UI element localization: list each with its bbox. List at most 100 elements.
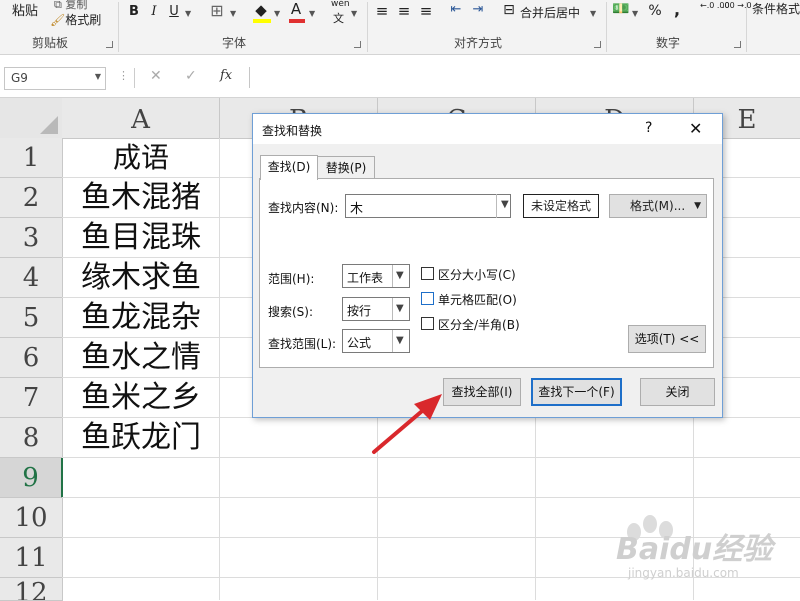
group-label-font: 字体 [222,36,247,50]
match-entire-cell-checkbox[interactable] [421,292,434,305]
row-header-9[interactable]: 9 [0,458,63,498]
decrease-decimal-button[interactable]: .00 →.0 [722,1,752,10]
row-header-4[interactable]: 4 [0,258,63,298]
cancel-icon[interactable]: ✕ [150,68,162,84]
tab-find[interactable]: 查找(D) [260,155,318,180]
format-painter-button[interactable]: 🖌格式刷 [50,11,101,28]
enter-icon[interactable]: ✓ [185,68,197,84]
phonetic-dropdown-icon[interactable]: ▼ [351,9,357,18]
font-color-icon[interactable]: A [288,0,304,18]
fill-dropdown-icon[interactable]: ▼ [274,9,280,18]
merge-dropdown-icon[interactable]: ▼ [590,9,596,18]
merge-center-button[interactable]: 合并后居中 [520,4,580,21]
search-value: 按行 [347,304,372,318]
name-box[interactable]: G9 ▼ [4,67,106,90]
within-dropdown[interactable]: ▼ [392,265,409,287]
alignment-launcher-icon[interactable] [594,41,601,48]
underline-dropdown-icon[interactable]: ▼ [185,9,191,18]
border-dropdown-icon[interactable]: ▼ [230,9,236,18]
look-in-dropdown[interactable]: ▼ [392,330,409,352]
accounting-dropdown-icon[interactable]: ▼ [632,9,638,18]
chevron-down-icon: ▼ [694,201,701,211]
search-select[interactable]: 按行 ▼ [342,297,410,321]
align-left-icon[interactable]: ≡ [374,2,390,20]
row-header-2[interactable]: 2 [0,178,63,218]
number-launcher-icon[interactable] [734,41,741,48]
options-button[interactable]: 选项(T) << [628,325,706,353]
phonetic-button[interactable]: wén [331,0,350,9]
row-header-1[interactable]: 1 [0,138,63,178]
decrease-decimal-label: .00 →.0 [722,1,752,10]
formula-grip-icon: ⋮ [118,69,129,82]
select-all-corner[interactable] [0,98,63,139]
name-box-dropdown-icon[interactable]: ▼ [95,72,101,81]
font-color-swatch [289,19,305,23]
formula-separator [134,68,135,88]
italic-button[interactable]: I [146,4,162,19]
close-icon[interactable]: ✕ [689,119,702,138]
row-header-5[interactable]: 5 [0,298,63,338]
font-color-dropdown-icon[interactable]: ▼ [309,9,315,18]
decrease-indent-icon[interactable]: ⇤ [448,2,464,17]
help-icon[interactable]: ? [645,120,652,136]
increase-decimal-button[interactable]: ←.0 .00 [700,1,730,10]
search-dropdown[interactable]: ▼ [392,298,409,320]
cell-a7[interactable]: 鱼米之乡 [63,378,219,417]
ribbon-separator [118,2,119,52]
format-button[interactable]: 格式(M)... ▼ [609,194,707,218]
cell-a9[interactable] [62,458,219,498]
border-icon[interactable]: ⊞ [208,1,226,20]
merge-center-icon[interactable]: ⊟ [501,2,517,18]
comma-button[interactable]: , [670,0,684,19]
align-center-icon[interactable]: ≡ [396,2,412,20]
match-byte-label[interactable]: 区分全/半角(B) [438,316,520,333]
find-replace-dialog: 查找和替换 ? ✕ 替换(P) 查找(D) 查找内容(N): 木 ▼ 未设定格式… [252,113,723,418]
clipboard-launcher-icon[interactable] [106,41,113,48]
within-select[interactable]: 工作表 ▼ [342,264,410,288]
cell-a6[interactable]: 鱼水之情 [63,338,219,377]
row-header-8[interactable]: 8 [0,418,63,458]
cell-a8[interactable]: 鱼跃龙门 [63,418,219,457]
dialog-titlebar[interactable]: 查找和替换 ? ✕ [253,114,722,144]
find-history-dropdown[interactable]: ▼ [496,194,515,218]
ribbon-separator [746,2,747,52]
find-all-button[interactable]: 查找全部(I) [443,378,521,406]
watermark-text: Baidu经验 [616,532,773,567]
cell-a1[interactable]: 成语 [63,138,219,177]
font-launcher-icon[interactable] [354,41,361,48]
insert-function-icon[interactable]: fx [220,68,232,83]
close-button[interactable]: 关闭 [640,378,715,406]
row-header-3[interactable]: 3 [0,218,63,258]
look-in-select[interactable]: 公式 ▼ [342,329,410,353]
cell-a4[interactable]: 缘木求鱼 [63,258,219,297]
percent-button[interactable]: % [646,3,664,19]
fill-color-swatch [253,19,271,23]
grid-line [219,138,220,600]
cell-a5[interactable]: 鱼龙混杂 [63,298,219,337]
conditional-format-button[interactable]: 条件格式 [752,0,800,17]
find-next-button[interactable]: 查找下一个(F) [531,378,622,406]
bold-button[interactable]: B [126,4,142,19]
match-byte-checkbox[interactable] [421,317,434,330]
find-what-input[interactable]: 木 [345,194,511,218]
align-right-icon[interactable]: ≡ [418,2,434,20]
column-header-a[interactable]: A [62,98,220,139]
row-header-7[interactable]: 7 [0,378,63,418]
increase-indent-icon[interactable]: ⇥ [470,2,486,17]
underline-button[interactable]: U [166,4,182,19]
group-label-clipboard: 剪贴板 [32,36,69,50]
tab-replace[interactable]: 替换(P) [317,156,375,179]
cell-a3[interactable]: 鱼目混珠 [63,218,219,257]
fill-color-icon[interactable]: ◆ [252,1,270,19]
match-case-checkbox[interactable] [421,267,434,280]
match-case-label[interactable]: 区分大小写(C) [438,266,516,283]
cell-a2[interactable]: 鱼木混猪 [63,178,219,217]
formula-input[interactable] [249,67,800,88]
match-entire-cell-label[interactable]: 单元格匹配(O) [438,291,517,308]
row-header-11[interactable]: 11 [0,538,63,578]
row-header-6[interactable]: 6 [0,338,63,378]
accounting-format-icon[interactable]: 💵 [612,1,630,17]
paste-button[interactable]: 粘贴 [12,0,38,19]
row-header-10[interactable]: 10 [0,498,63,538]
row-header-12[interactable]: 12 [0,578,63,601]
